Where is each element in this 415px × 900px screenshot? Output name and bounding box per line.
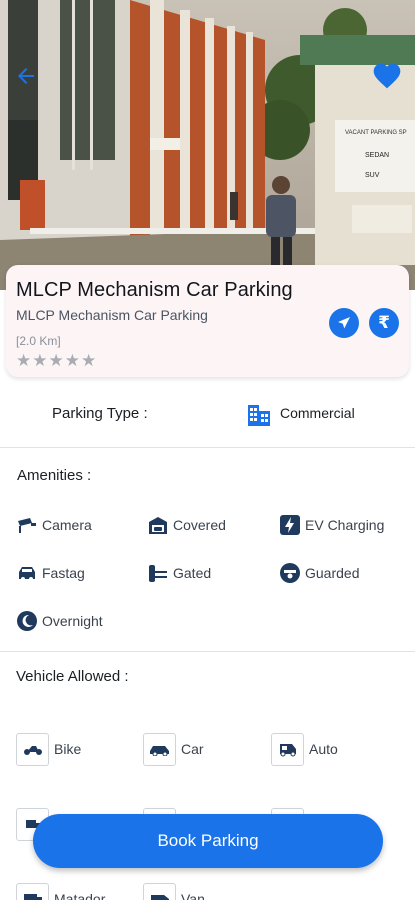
car-icon: [149, 746, 169, 756]
vehicle-label: Auto: [309, 741, 338, 757]
sign-line: VACANT PARKING SP: [345, 130, 407, 136]
amenity-camera: Camera: [16, 512, 92, 538]
guard-icon: [280, 563, 300, 583]
amenity-label: Gated: [173, 565, 212, 581]
amenity-covered: Covered: [147, 512, 226, 538]
sign-line: SUV: [365, 172, 380, 179]
parking-subtitle: MLCP Mechanism Car Parking: [16, 307, 208, 323]
commercial-building-icon: [248, 405, 270, 426]
parking-info-card: MLCP Mechanism Car Parking MLCP Mechanis…: [6, 265, 409, 377]
camera-icon: [18, 518, 36, 533]
auto-rickshaw-icon: [279, 744, 296, 757]
price-button[interactable]: ₹: [369, 308, 399, 338]
book-parking-button[interactable]: Book Parking: [33, 814, 383, 868]
vehicle-matador: Matador: [16, 882, 105, 900]
amenity-overnight: Overnight: [16, 608, 103, 634]
amenity-label: Fastag: [42, 565, 85, 581]
amenity-label: Overnight: [42, 613, 103, 629]
amenity-guarded: Guarded: [279, 560, 359, 586]
sign-line: SEDAN: [365, 152, 389, 159]
amenities-title: Amenities :: [17, 467, 92, 484]
amenity-fastag: Fastag: [16, 560, 85, 586]
amenity-gated: Gated: [147, 560, 211, 586]
rupee-icon: ₹: [378, 313, 390, 332]
rating-stars: ★★★★★: [16, 351, 98, 370]
favorite-heart-icon[interactable]: [371, 60, 403, 90]
van-icon: [150, 895, 169, 900]
vehicle-label: Van: [181, 891, 205, 900]
vehicle-car: Car: [143, 732, 204, 766]
divider: [0, 651, 415, 652]
amenity-label: Camera: [42, 517, 92, 533]
ev-charging-icon: [280, 515, 300, 535]
vehicles-title: Vehicle Allowed :: [16, 668, 129, 685]
amenity-label: EV Charging: [305, 517, 385, 533]
parking-title: MLCP Mechanism Car Parking: [16, 279, 293, 301]
amenity-ev-charging: EV Charging: [279, 512, 384, 538]
bike-icon: [23, 746, 42, 755]
parking-type-row: Parking Type : Commercial: [0, 388, 415, 446]
fastag-icon: [19, 567, 35, 581]
matador-icon: [23, 894, 42, 900]
covered-garage-icon: [149, 517, 167, 534]
vehicle-label: Matador: [54, 891, 106, 900]
overnight-icon: [17, 611, 37, 631]
parking-type-value: Commercial: [280, 405, 355, 421]
back-arrow-icon[interactable]: [14, 64, 38, 88]
vehicle-bike: Bike: [16, 732, 81, 766]
amenity-label: Covered: [173, 517, 226, 533]
amenity-label: Guarded: [305, 565, 360, 581]
distance-label: [2.0 Km]: [16, 334, 61, 348]
parking-type-label: Parking Type :: [52, 405, 148, 422]
vehicle-auto: Auto: [271, 732, 338, 766]
vehicle-label: Bike: [54, 741, 82, 757]
navigation-arrow-icon: [338, 317, 350, 329]
divider: [0, 447, 415, 448]
parking-photo: VACANT PARKING SP SEDAN SUV: [0, 0, 415, 290]
navigate-button[interactable]: [329, 308, 359, 338]
vehicle-label: Car: [181, 741, 204, 757]
vehicle-van: Van: [143, 882, 205, 900]
gate-icon: [149, 565, 167, 582]
